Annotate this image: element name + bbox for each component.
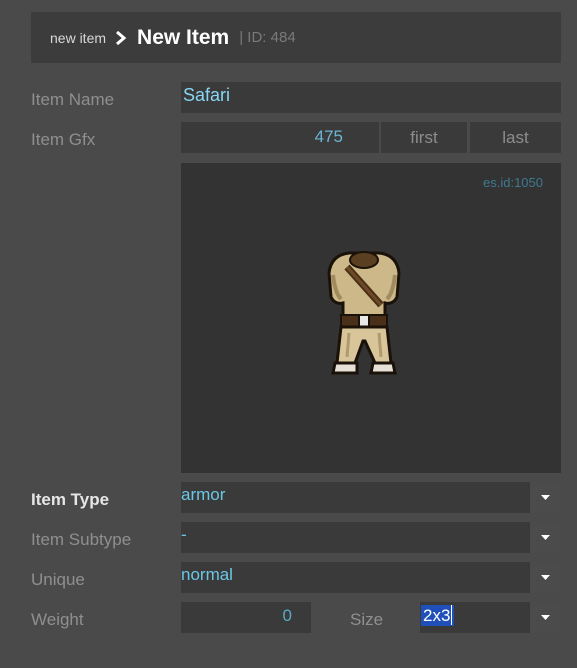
first-button[interactable]: first <box>381 122 467 153</box>
size-select[interactable]: 2x3 <box>420 602 561 633</box>
weight-input[interactable]: 0 <box>181 602 311 633</box>
chevron-down-icon <box>541 615 550 620</box>
item-sprite-image <box>327 251 401 375</box>
item-type-select[interactable]: armor <box>181 482 561 513</box>
item-subtype-select[interactable]: - <box>181 522 561 553</box>
item-gfx-label: Item Gfx <box>31 130 96 149</box>
breadcrumb-new-item[interactable]: new item <box>50 30 106 46</box>
unique-dropdown-button[interactable] <box>530 562 561 593</box>
size-value: 2x3 <box>421 605 455 626</box>
graphic-preview: es.id:1050 <box>181 163 561 473</box>
chevron-right-icon <box>116 30 127 45</box>
item-subtype-value: - <box>181 525 187 544</box>
header-bar: new item New Item | ID: 484 <box>31 12 561 63</box>
unique-label: Unique <box>31 570 85 589</box>
item-type-dropdown-button[interactable] <box>530 482 561 513</box>
item-name-label: Item Name <box>31 90 115 109</box>
size-dropdown-button[interactable] <box>530 602 561 633</box>
unique-select[interactable]: normal <box>181 562 561 593</box>
chevron-down-icon <box>541 495 550 500</box>
last-button[interactable]: last <box>470 122 561 153</box>
item-subtype-dropdown-button[interactable] <box>530 522 561 553</box>
unique-value: normal <box>181 565 233 584</box>
page-title: New Item <box>137 25 230 49</box>
item-id-label: | ID: 484 <box>239 29 296 46</box>
item-type-label: Item Type <box>31 490 110 509</box>
item-gfx-input[interactable]: 475 <box>181 122 379 153</box>
item-type-value: armor <box>181 485 226 504</box>
weight-label: Weight <box>31 610 84 629</box>
item-subtype-label: Item Subtype <box>31 530 132 549</box>
resource-id-label: es.id:1050 <box>483 175 543 190</box>
item-name-input[interactable]: Safari <box>181 82 561 113</box>
size-label: Size <box>350 610 384 629</box>
chevron-down-icon <box>541 575 550 580</box>
chevron-down-icon <box>541 535 550 540</box>
